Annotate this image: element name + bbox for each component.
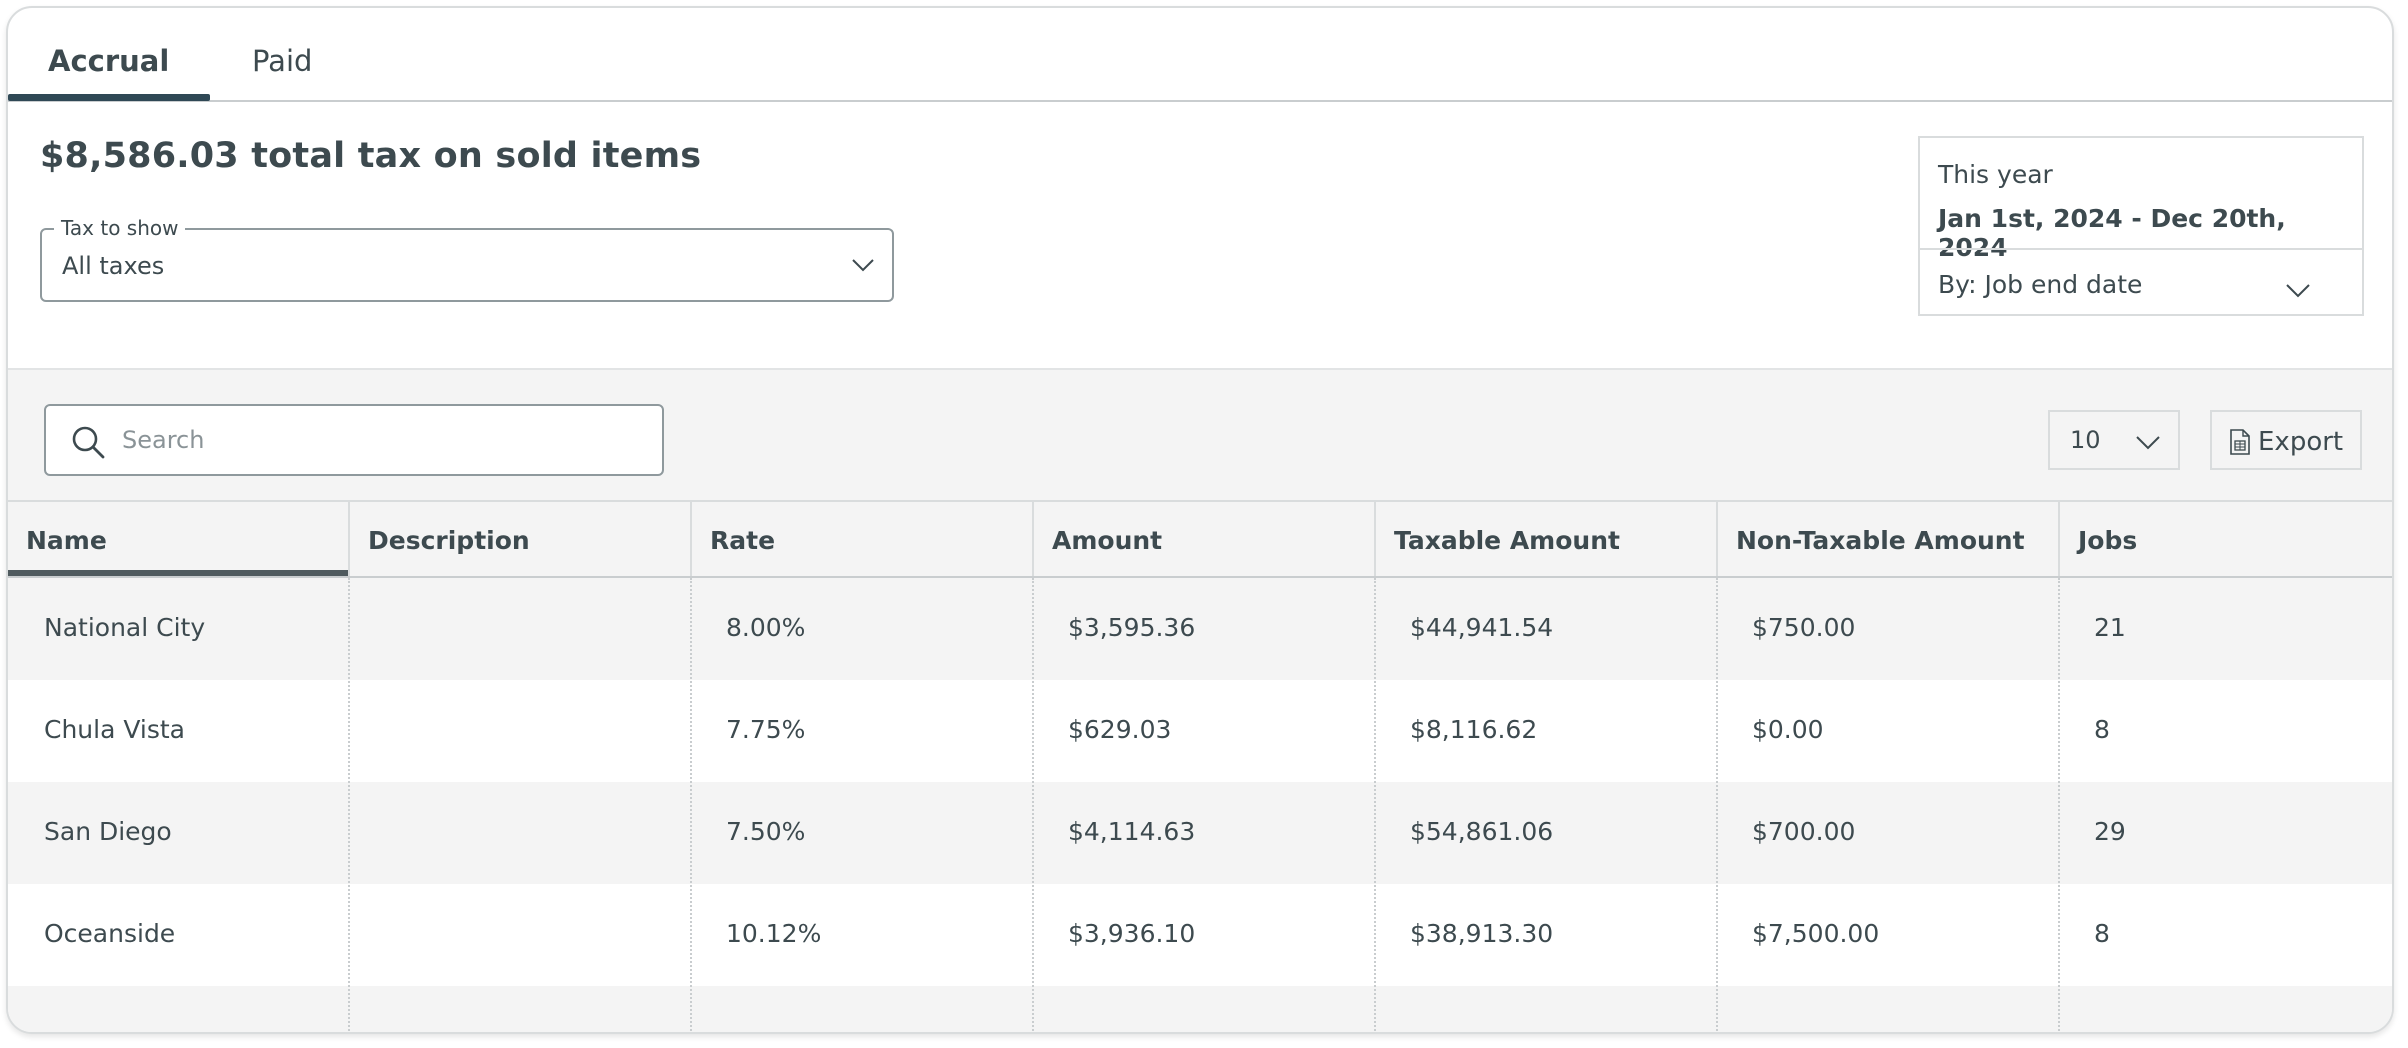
chevron-down-icon: [852, 259, 874, 272]
tab-paid[interactable]: Paid: [252, 44, 312, 78]
search-icon: [72, 426, 105, 459]
export-button[interactable]: Export: [2210, 410, 2362, 470]
cell-amount: $4,114.63: [1068, 817, 1196, 846]
sort-indicator: [8, 570, 348, 576]
table-row[interactable]: Chula Vista 7.75% $629.03 $8,116.62 $0.0…: [8, 680, 2392, 782]
date-range-picker[interactable]: This year Jan 1st, 2024 - Dec 20th, 2024…: [1918, 136, 2364, 316]
cell-non-taxable-amount: $7,500.00: [1752, 919, 1880, 948]
spreadsheet-icon: [2230, 429, 2250, 455]
rows-per-page-value: 10: [2070, 426, 2101, 454]
column-separator: [690, 578, 692, 1032]
table-row[interactable]: Oceanside 10.12% $3,936.10 $38,913.30 $7…: [8, 884, 2392, 986]
cell-rate: 7.50%: [726, 817, 806, 846]
date-period-label: This year: [1938, 160, 2053, 189]
column-header-amount[interactable]: Amount: [1034, 502, 1374, 576]
cell-jobs: 21: [2094, 613, 2126, 642]
column-header-description[interactable]: Description: [350, 502, 690, 576]
cell-taxable-amount: $54,861.06: [1410, 817, 1554, 846]
tax-to-show-label: Tax to show: [54, 216, 186, 240]
table-row[interactable]: National City 8.00% $3,595.36 $44,941.54…: [8, 578, 2392, 680]
table-row[interactable]: San Diego 7.50% $4,114.63 $54,861.06 $70…: [8, 782, 2392, 884]
column-separator: [348, 578, 350, 1032]
cell-rate: 7.75%: [726, 715, 806, 744]
cell-amount: $3,936.10: [1068, 919, 1196, 948]
cell-amount: $3,595.36: [1068, 613, 1196, 642]
cell-taxable-amount: $38,913.30: [1410, 919, 1554, 948]
active-tab-indicator: [8, 94, 210, 101]
tax-to-show-value: All taxes: [62, 252, 165, 280]
cell-name: Oceanside: [44, 919, 176, 948]
date-range-value: Jan 1st, 2024 - Dec 20th, 2024: [1938, 204, 2286, 262]
cell-rate: 8.00%: [726, 613, 806, 642]
search-input[interactable]: [122, 420, 642, 460]
date-box-divider: [1920, 248, 2362, 250]
date-basis-select[interactable]: By: Job end date: [1938, 270, 2142, 299]
column-header-jobs[interactable]: Jobs: [2060, 502, 2392, 576]
cell-non-taxable-amount: $700.00: [1752, 817, 1856, 846]
total-tax-headline: $8,586.03 total tax on sold items: [40, 136, 702, 176]
cell-non-taxable-amount: $750.00: [1752, 613, 1856, 642]
tab-accrual[interactable]: Accrual: [48, 44, 169, 78]
search-box[interactable]: [44, 404, 664, 476]
cell-jobs: 8: [2094, 715, 2110, 744]
cell-jobs: 29: [2094, 817, 2126, 846]
chevron-down-icon[interactable]: [2284, 276, 2312, 304]
column-header-name[interactable]: Name: [8, 502, 348, 576]
table-toolbar: 10 Export: [8, 368, 2392, 502]
cell-amount: $629.03: [1068, 715, 1172, 744]
cell-name: San Diego: [44, 817, 172, 846]
column-separator: [1032, 578, 1034, 1032]
table-row[interactable]: [8, 986, 2392, 1032]
rows-per-page-select[interactable]: 10: [2048, 410, 2180, 470]
tab-bar: Accrual Paid: [8, 8, 2392, 102]
column-separator: [1716, 578, 1718, 1032]
cell-taxable-amount: $8,116.62: [1410, 715, 1538, 744]
cell-jobs: 8: [2094, 919, 2110, 948]
column-header-rate[interactable]: Rate: [692, 502, 1032, 576]
tax-to-show-select[interactable]: Tax to show All taxes: [40, 216, 894, 302]
tax-report-card: Accrual Paid $8,586.03 total tax on sold…: [6, 6, 2394, 1034]
cell-taxable-amount: $44,941.54: [1410, 613, 1554, 642]
cell-rate: 10.12%: [726, 919, 822, 948]
export-label: Export: [2258, 427, 2344, 457]
column-separator: [1374, 578, 1376, 1032]
chevron-down-icon: [2136, 436, 2160, 450]
cell-name: National City: [44, 613, 206, 642]
tax-table: Name Description Rate Amount Taxable Amo…: [8, 502, 2392, 1032]
cell-non-taxable-amount: $0.00: [1752, 715, 1824, 744]
table-header: Name Description Rate Amount Taxable Amo…: [8, 502, 2392, 578]
column-separator: [2058, 578, 2060, 1032]
column-header-taxable-amount[interactable]: Taxable Amount: [1376, 502, 1716, 576]
cell-name: Chula Vista: [44, 715, 186, 744]
column-header-non-taxable-amount[interactable]: Non-Taxable Amount: [1718, 502, 2058, 576]
